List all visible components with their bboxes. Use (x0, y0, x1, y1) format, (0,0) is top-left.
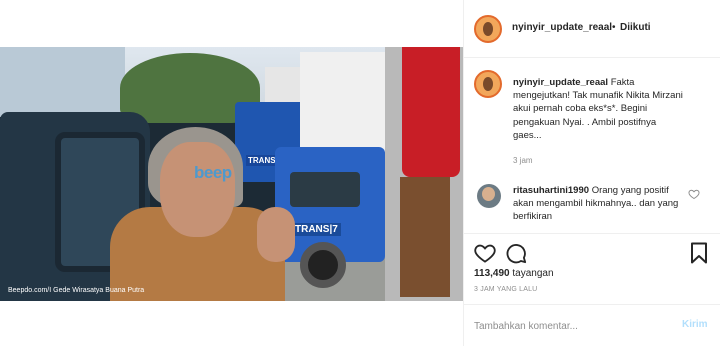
post-caption: nyinyir_update_reaal Fakta mengejutkan! … (513, 76, 683, 142)
view-count-label: tayangan (512, 268, 554, 279)
comment-item: ritasuhartini1990 Orang yang positif aka… (513, 184, 688, 224)
post-timestamp[interactable]: 3 JAM YANG LALU (474, 286, 537, 293)
video-frame-car-lower (400, 177, 450, 297)
video-frame-face (160, 142, 235, 237)
video-frame-building (0, 47, 125, 117)
caption-username[interactable]: nyinyir_update_reaal (513, 77, 608, 88)
avatar[interactable] (477, 184, 501, 208)
follow-status-button[interactable]: Diikuti (620, 22, 651, 33)
video-frame-truck-window (290, 172, 360, 207)
bookmark-icon[interactable] (690, 242, 708, 264)
video-frame-taillight (402, 47, 460, 177)
video-frame-hand (257, 207, 295, 262)
post-actions: 113,490 tayangan 3 JAM YANG LALU (464, 233, 720, 293)
instagram-post: TRANS|7 TRANS|7 beep Beepdo.com/I Gede W… (0, 0, 720, 346)
comment-username[interactable]: ritasuhartini1990 (513, 185, 589, 196)
heart-icon[interactable] (474, 243, 496, 263)
view-count-number: 113,490 (474, 268, 510, 279)
video-credit: Beepdo.com/I Gede Wirasatya Buana Putra (8, 287, 145, 294)
add-comment-bar: Kirim (464, 304, 720, 346)
avatar[interactable] (474, 15, 502, 43)
video-frame-wheel (300, 242, 346, 288)
header-separator: • (612, 22, 616, 33)
comments-section: nyinyir_update_reaal Fakta mengejutkan! … (464, 58, 720, 233)
view-count[interactable]: 113,490 tayangan (474, 268, 554, 279)
avatar[interactable] (474, 70, 502, 98)
heart-icon[interactable] (688, 188, 700, 200)
comment-input[interactable] (474, 317, 664, 335)
post-sidebar: nyinyir_update_reaal • Diikuti nyinyir_u… (463, 0, 720, 346)
post-comment-button[interactable]: Kirim (682, 319, 708, 330)
caption-timestamp[interactable]: 3 jam (513, 156, 533, 165)
header-username[interactable]: nyinyir_update_reaal (512, 22, 612, 33)
post-header: nyinyir_update_reaal • Diikuti (464, 0, 720, 58)
video-player[interactable]: TRANS|7 TRANS|7 beep Beepdo.com/I Gede W… (0, 47, 463, 301)
media-area: TRANS|7 TRANS|7 beep Beepdo.com/I Gede W… (0, 0, 463, 346)
comment-icon[interactable] (505, 242, 527, 264)
video-brand-text: TRANS|7 (292, 223, 341, 236)
video-watermark: beep (194, 163, 232, 182)
